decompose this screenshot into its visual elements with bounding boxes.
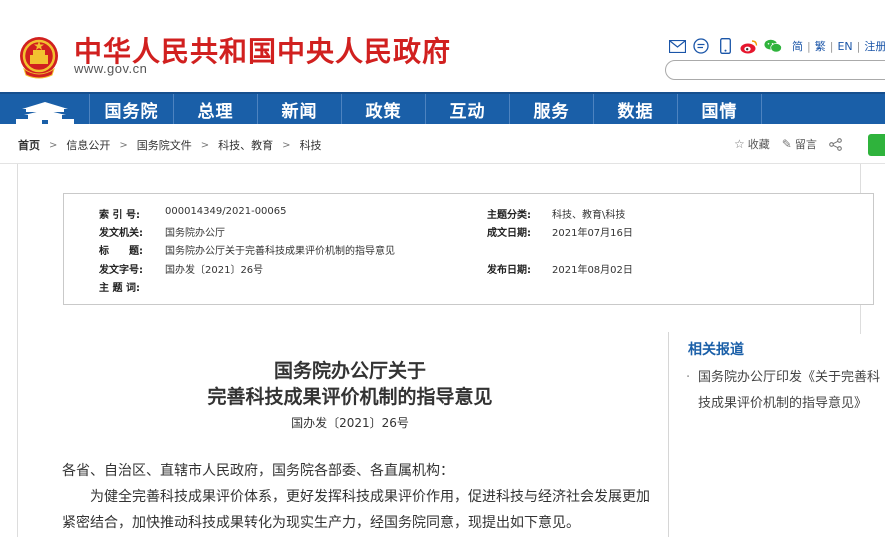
meta-topic-value: 科技、教育\科技 [552, 210, 626, 221]
meta-index-label: 索 引 号: [99, 210, 140, 221]
document-metadata-table: 索 引 号: 000014349/2021-00065 主题分类: 科技、教育\… [63, 193, 874, 305]
meta-title-value: 国务院办公厅关于完善科技成果评价机制的指导意见 [165, 246, 395, 257]
mobile-icon[interactable] [716, 37, 734, 55]
breadcrumb: 首页 > 信息公开 > 国务院文件 > 科技、教育 > 科技 [18, 137, 322, 153]
article-paragraph: 为健全完善科技成果评价体系，更好发挥科技成果评价作用，促进科技与经济社会发展更加… [62, 489, 650, 531]
lang-separator: | [856, 39, 861, 53]
bullet-icon: · [686, 370, 691, 385]
share-button[interactable] [828, 137, 842, 151]
breadcrumb-arrow-icon: > [119, 139, 128, 151]
nav-item-state-council[interactable]: 国务院 [90, 94, 174, 124]
article-title-line2: 完善科技成果评价机制的指导意见 [207, 386, 493, 408]
related-reports-title: 相关报道 [688, 342, 744, 358]
meta-published-label: 发布日期: [487, 265, 531, 276]
breadcrumb-arrow-icon: > [49, 139, 58, 151]
comment-icon[interactable] [692, 37, 710, 55]
search-input[interactable] [665, 60, 885, 80]
meta-published-value: 2021年08月02日 [552, 265, 633, 276]
nav-item-policy[interactable]: 政策 [342, 94, 426, 124]
meta-docno-label: 发文字号: [99, 265, 143, 276]
weibo-icon[interactable] [740, 37, 758, 55]
breadcrumb-info-disclosure[interactable]: 信息公开 [66, 137, 110, 153]
wechat-share-icon[interactable] [868, 134, 885, 156]
register-link[interactable]: 注册 [864, 38, 885, 54]
national-emblem-icon[interactable] [18, 35, 60, 79]
meta-issuer-label: 发文机关: [99, 228, 143, 239]
header-toolbar: 简 | 繁 | EN | 注册 [668, 36, 885, 56]
related-report-item[interactable]: · 国务院办公厅印发《关于完善科技成果评价机制的指导意见》 [686, 365, 885, 417]
article-salutation: 各省、自治区、直辖市人民政府，国务院各部委、各直属机构： [62, 463, 454, 479]
meta-topic-label: 主题分类: [487, 210, 531, 221]
favorite-button[interactable]: ☆ 收藏 [734, 136, 770, 152]
meta-row: 发文机关: 国务院办公厅 成文日期: 2021年07月16日 [64, 224, 873, 240]
favorite-label: 收藏 [747, 138, 770, 151]
meta-title-label: 标 题: [99, 246, 143, 257]
article-doc-number: 国办发〔2021〕26号 [291, 416, 409, 430]
star-icon: ☆ [734, 137, 745, 151]
page-actions: ☆ 收藏 ✎ 留言 [734, 136, 854, 152]
meta-docno-value: 国办发〔2021〕26号 [165, 265, 264, 276]
meta-keywords-label: 主 题 词: [99, 283, 140, 294]
main-nav: 国务院 总理 新闻 政策 互动 服务 数据 国情 [0, 92, 885, 124]
meta-row: 索 引 号: 000014349/2021-00065 主题分类: 科技、教育\… [64, 206, 873, 222]
nav-item-services[interactable]: 服务 [510, 94, 594, 124]
related-report-link[interactable]: 国务院办公厅印发《关于完善科技成果评价机制的指导意见》 [686, 365, 885, 417]
meta-row: 主 题 词: [64, 279, 873, 295]
column-divider [668, 332, 669, 537]
breadcrumb-home[interactable]: 首页 [18, 137, 40, 153]
meta-issuer-value: 国务院办公厅 [165, 228, 225, 239]
mail-icon[interactable] [668, 37, 686, 55]
breadcrumb-state-council-documents[interactable]: 国务院文件 [137, 137, 192, 153]
breadcrumb-science-education[interactable]: 科技、教育 [218, 137, 273, 153]
site-url[interactable]: www.gov.cn [74, 61, 147, 76]
comment-label: 留言 [794, 138, 817, 151]
language-links: 简 | 繁 | EN | 注册 [792, 38, 885, 54]
share-icon [828, 137, 842, 151]
tiananmen-logo-icon[interactable] [0, 94, 90, 124]
divider [0, 163, 885, 164]
site-header: 中华人民共和国中央人民政府 www.gov.cn 简 | 繁 | EN | 注册 [0, 0, 885, 92]
wechat-icon[interactable] [764, 37, 782, 55]
meta-row: 标 题: 国务院办公厅关于完善科技成果评价机制的指导意见 [64, 242, 873, 258]
meta-row: 发文字号: 国办发〔2021〕26号 发布日期: 2021年08月02日 [64, 261, 873, 277]
nav-item-news[interactable]: 新闻 [258, 94, 342, 124]
lang-english-link[interactable]: EN [837, 40, 852, 53]
nav-item-national-profile[interactable]: 国情 [678, 94, 762, 124]
nav-item-premier[interactable]: 总理 [174, 94, 258, 124]
breadcrumb-arrow-icon: > [282, 139, 291, 151]
meta-created-label: 成文日期: [487, 228, 531, 239]
nav-item-data[interactable]: 数据 [594, 94, 678, 124]
article-title-line1: 国务院办公厅关于 [273, 360, 426, 382]
breadcrumb-arrow-icon: > [200, 139, 210, 151]
comment-button[interactable]: ✎ 留言 [782, 136, 817, 152]
content-frame-border [17, 164, 18, 537]
nav-item-interaction[interactable]: 互动 [426, 94, 510, 124]
lang-separator: | [807, 39, 811, 53]
meta-index-value: 000014349/2021-00065 [165, 206, 287, 217]
meta-created-value: 2021年07月16日 [552, 228, 633, 239]
lang-separator: | [829, 39, 834, 53]
pencil-icon: ✎ [781, 137, 792, 151]
lang-simplified-link[interactable]: 简 [792, 38, 803, 54]
breadcrumb-science[interactable]: 科技 [300, 137, 322, 153]
lang-traditional-link[interactable]: 繁 [815, 38, 826, 54]
